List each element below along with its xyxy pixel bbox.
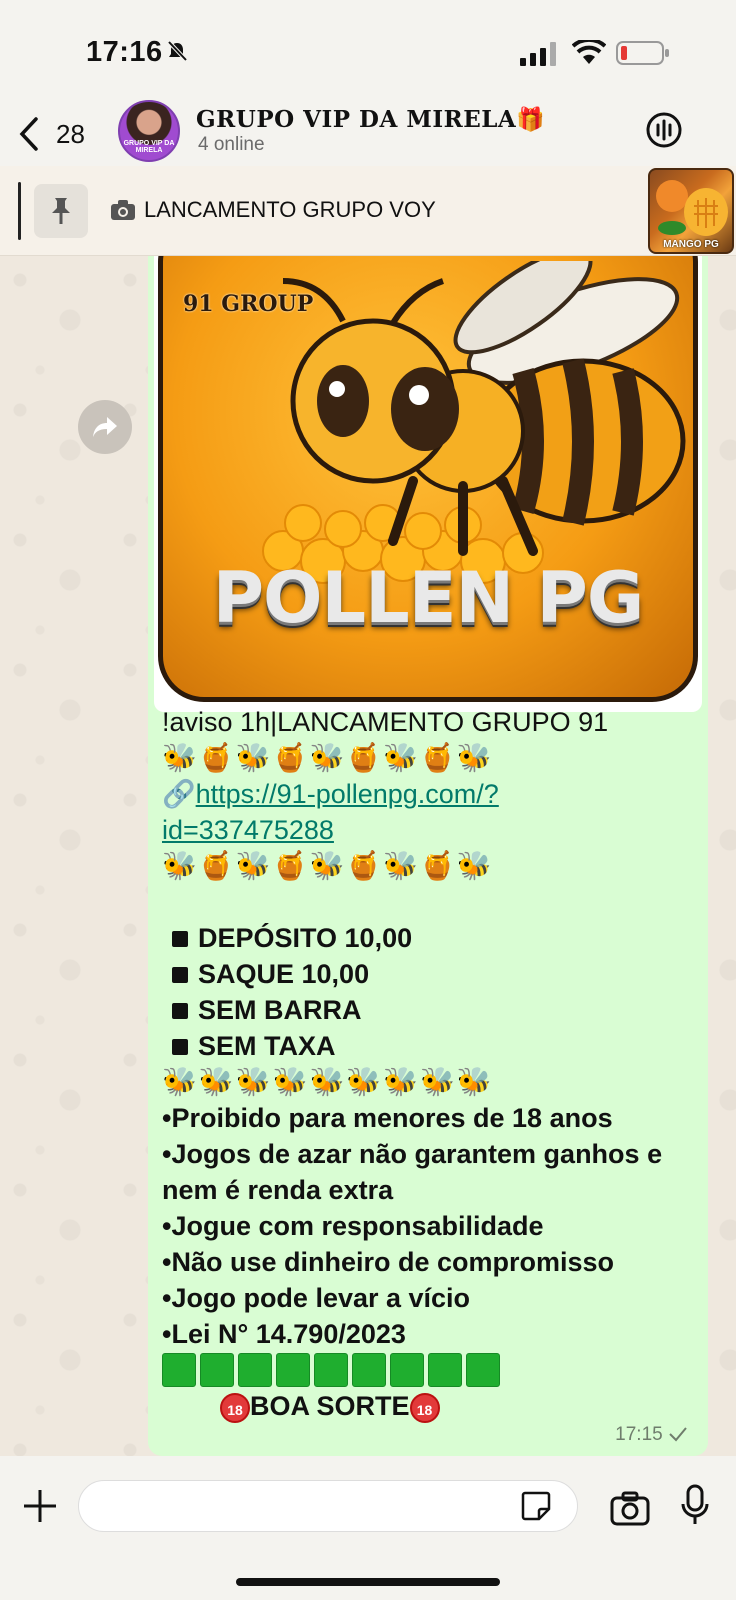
- group-avatar[interactable]: GRUPO VIP DA MIRELA: [118, 100, 180, 162]
- online-status: 4 online: [198, 134, 265, 155]
- green-square-icon: [390, 1353, 424, 1387]
- green-square-icon: [466, 1353, 500, 1387]
- signal-icon: [520, 42, 556, 66]
- closing-line: 18 BOA SORTE 18: [162, 1388, 698, 1424]
- warning-line: •Jogue com responsabilidade: [162, 1211, 544, 1241]
- warning-line: •Lei N° 14.790/2023: [162, 1319, 406, 1349]
- emoji-row: 🐝🍯🐝🍯🐝🍯🐝🍯🐝: [162, 849, 494, 882]
- camera-icon[interactable]: [610, 1490, 650, 1526]
- link-icon: 🔗: [162, 779, 196, 809]
- wifi-icon: [572, 40, 606, 64]
- message-time: 17:15: [615, 1424, 688, 1446]
- square-bullet-icon: [172, 1038, 188, 1055]
- warning-line: •Proibido para menores de 18 anos: [162, 1103, 613, 1133]
- feature-item: SEM BARRA: [162, 992, 698, 1028]
- composer-bar: [0, 1456, 736, 1600]
- camera-small-icon: [111, 200, 135, 220]
- emoji-row: 🐝🐝🐝🐝🐝🐝🐝🐝🐝: [162, 1065, 494, 1098]
- no-under-18-icon: 18: [220, 1392, 250, 1423]
- pinned-label: LANCAMENTO GRUPO VOY: [144, 197, 436, 222]
- message-bubble[interactable]: 91 GROUP POLLEN PG !aviso 1h|LANCAMENTO …: [148, 256, 708, 1456]
- back-button[interactable]: 28: [18, 112, 108, 156]
- green-square-icon: [428, 1353, 462, 1387]
- feature-item: SEM TAXA: [162, 1028, 698, 1064]
- pinned-thumbnail[interactable]: MANGO PG: [648, 168, 734, 254]
- pin-indicator: [18, 182, 21, 240]
- announcement-line: !aviso 1h|LANCAMENTO GRUPO 91: [162, 707, 609, 737]
- square-bullet-icon: [172, 1002, 188, 1019]
- no-under-18-icon: 18: [409, 1392, 440, 1423]
- thumb-label: MANGO PG: [663, 239, 719, 250]
- unread-count: 28: [56, 118, 85, 149]
- square-bullet-icon: [172, 930, 188, 947]
- image-title: POLLEN PG: [212, 557, 645, 639]
- status-bar: 17:16: [0, 0, 736, 100]
- emoji-row: 🐝🍯🐝🍯🐝🍯🐝🍯🐝: [162, 741, 494, 774]
- green-square-icon: [352, 1353, 386, 1387]
- sent-check-icon: [669, 1427, 687, 1442]
- warning-line: •Não use dinheiro de compromisso: [162, 1247, 615, 1277]
- microphone-icon[interactable]: [680, 1484, 710, 1528]
- time-text: 17:15: [615, 1424, 663, 1445]
- chevron-left-icon: [19, 117, 38, 151]
- closing-text: BOA SORTE: [250, 1391, 410, 1421]
- chat-header: 28 GRUPO VIP DA MIRELA GRUPO VIP DA MIRE…: [0, 100, 736, 166]
- square-bullet-icon: [172, 966, 188, 983]
- plus-icon[interactable]: [20, 1486, 60, 1526]
- home-indicator: [236, 1578, 500, 1586]
- pollen-pg-artwork: 91 GROUP POLLEN PG: [158, 256, 698, 702]
- status-time: 17:16: [86, 36, 163, 68]
- link-row: 🔗https://91-pollenpg.com/?: [162, 776, 698, 812]
- warning-line: nem é renda extra: [162, 1175, 394, 1205]
- pinned-text: LANCAMENTO GRUPO VOY: [110, 197, 436, 223]
- bell-muted-icon: [167, 40, 188, 62]
- message-link-cont[interactable]: id=337475288: [162, 815, 334, 845]
- image-group-label: 91 GROUP: [183, 291, 314, 317]
- warning-line: •Jogos de azar não garantem ganhos e: [162, 1139, 663, 1169]
- green-square-icon: [162, 1353, 196, 1387]
- pin-icon: [52, 198, 70, 224]
- green-squares-row: [162, 1352, 698, 1388]
- message-link[interactable]: https://91-pollenpg.com/?: [196, 779, 499, 809]
- message-input[interactable]: [78, 1480, 578, 1532]
- warning-line: •Jogo pode levar a vício: [162, 1283, 471, 1313]
- message-image[interactable]: 91 GROUP POLLEN PG: [154, 256, 702, 712]
- forward-arrow-icon: [93, 417, 117, 437]
- feature-item: DEPÓSITO 10,00: [162, 920, 698, 956]
- group-title[interactable]: GRUPO VIP DA MIRELA🎁: [196, 106, 545, 133]
- feature-text: SEM TAXA: [198, 1031, 336, 1061]
- avatar-text: GRUPO VIP DA MIRELA: [123, 140, 175, 154]
- pin-button[interactable]: [34, 184, 88, 238]
- sticker-icon[interactable]: [519, 1489, 553, 1523]
- green-square-icon: [200, 1353, 234, 1387]
- voice-chat-icon[interactable]: [644, 110, 684, 150]
- battery-low-icon: [616, 41, 669, 65]
- message-text: !aviso 1h|LANCAMENTO GRUPO 91 🐝🍯🐝🍯🐝🍯🐝🍯🐝 …: [162, 704, 698, 1424]
- feature-item: SAQUE 10,00: [162, 956, 698, 992]
- forward-button[interactable]: [78, 400, 132, 454]
- feature-text: DEPÓSITO 10,00: [198, 923, 413, 953]
- link-row-2: id=337475288: [162, 812, 698, 848]
- green-square-icon: [276, 1353, 310, 1387]
- green-square-icon: [314, 1353, 348, 1387]
- feature-text: SEM BARRA: [198, 995, 362, 1025]
- pinned-message-bar[interactable]: LANCAMENTO GRUPO VOY MANGO PG: [0, 166, 736, 256]
- green-square-icon: [238, 1353, 272, 1387]
- feature-text: SAQUE 10,00: [198, 959, 370, 989]
